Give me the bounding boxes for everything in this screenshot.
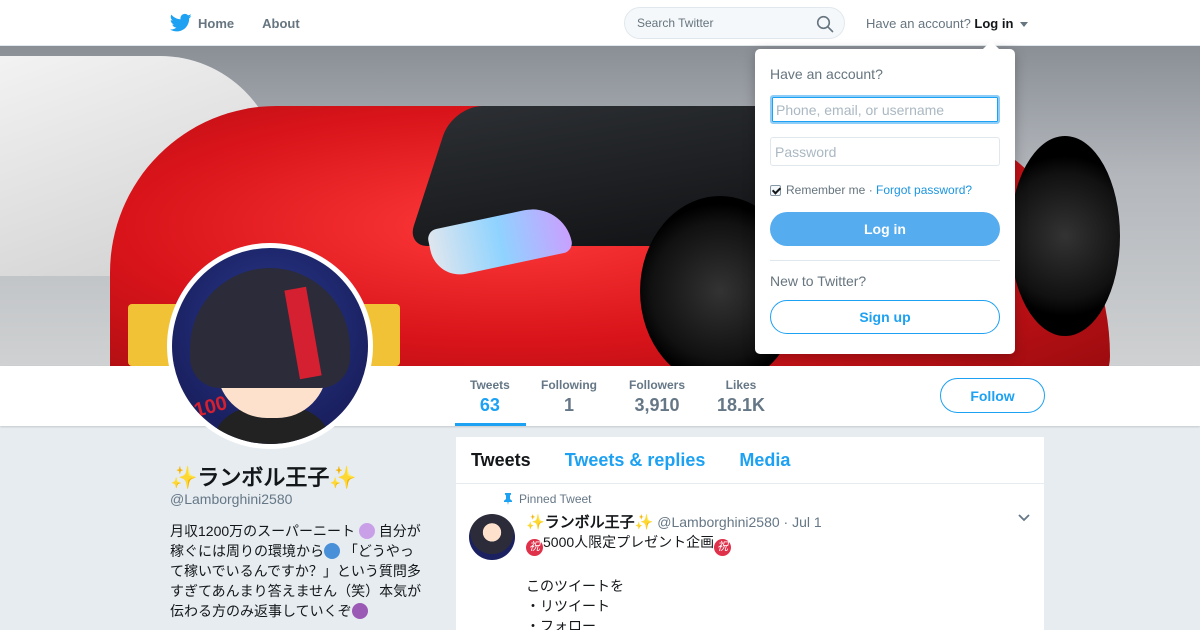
avatar-hair	[190, 268, 350, 388]
nav-about[interactable]: About	[262, 0, 300, 46]
caret-down-icon	[1020, 22, 1029, 28]
emoji-devil-icon	[351, 603, 368, 619]
pinned-label: Pinned Tweet	[503, 492, 592, 506]
follow-button[interactable]: Follow	[940, 378, 1045, 413]
have-account-text: Have an account?	[866, 16, 971, 31]
login-button[interactable]: Log in	[770, 212, 1000, 246]
login-link[interactable]: Log in	[974, 16, 1013, 31]
bio-line: 稼ぐには周りの環境から 「どうやっ	[170, 541, 430, 561]
stat-followers[interactable]: Followers 3,910	[629, 378, 685, 416]
password-input[interactable]	[770, 137, 1000, 166]
nav-home-label: Home	[198, 15, 235, 31]
tab-tweets[interactable]: Tweets	[471, 450, 531, 471]
stat-following-value: 1	[563, 395, 574, 415]
nav-home[interactable]: Home	[170, 0, 234, 46]
search-placeholder: Search Twitter	[637, 16, 714, 30]
dropdown-arrow	[983, 41, 999, 49]
pin-icon	[504, 493, 512, 505]
profile-handle[interactable]: @Lamborghini2580	[170, 491, 292, 507]
stat-followers-label: Followers	[629, 378, 686, 392]
stat-tweets-value: 63	[479, 395, 500, 415]
stat-likes[interactable]: Likes 18.1K	[717, 378, 765, 416]
nav-left: Home About	[170, 0, 328, 46]
timeline-tabs: Tweets Tweets & replies Media	[456, 437, 1044, 484]
stat-followers-value: 3,910	[634, 395, 680, 415]
timeline: Tweets Tweets & replies Media Pinned Twe…	[456, 437, 1044, 630]
search-box[interactable]: Search Twitter	[624, 7, 845, 39]
username-input[interactable]	[770, 95, 1000, 124]
forgot-password-link[interactable]: Forgot password?	[876, 183, 972, 197]
chevron-down-icon[interactable]	[1018, 514, 1030, 522]
tweet-line: このツイートを	[526, 578, 624, 594]
bio-line-text: 稼ぐには周りの環境から	[170, 543, 324, 559]
tweet-header: ✨ランボル王子✨ @Lamborghini2580 · Jul 1	[526, 511, 822, 532]
emoji-princess-icon	[358, 523, 375, 539]
tweet-author-name[interactable]: ✨ランボル王子✨	[526, 514, 653, 531]
pinned-text: Pinned Tweet	[519, 492, 592, 506]
stat-likes-label: Likes	[725, 378, 757, 392]
active-stat-underline	[455, 423, 526, 426]
bio-line: 月収1200万のスーパーニート 自分が	[170, 521, 430, 541]
tweet-line-text: 5000人限定プレゼント企画	[543, 534, 715, 550]
profile-avatar[interactable]: 100	[167, 243, 373, 449]
remember-separator: ·	[865, 183, 877, 197]
tweet-author-handle[interactable]: @Lamborghini2580	[657, 514, 779, 530]
stat-tweets-label: Tweets	[470, 378, 510, 392]
iwai-emoji-icon: 祝	[526, 539, 543, 556]
profile-name[interactable]: ✨ランボル王子✨	[170, 460, 357, 492]
top-navbar: Home About Search Twitter Have an accoun…	[0, 0, 1200, 46]
bio-line-text: 伝わる方のみ返事していくぞ	[170, 603, 352, 619]
twitter-bird-icon	[170, 13, 192, 32]
bio-line: て稼いでいるんですか？」という質問多	[170, 563, 421, 579]
dropdown-title: Have an account?	[770, 66, 883, 82]
stat-following-label: Following	[541, 378, 597, 392]
new-to-twitter-text: New to Twitter?	[770, 273, 867, 289]
bio-line-text: 「どうやっ	[343, 543, 414, 559]
profile-bio: 月収1200万のスーパーニート 自分が 稼ぐには周りの環境から 「どうやっ て稼…	[170, 521, 430, 621]
banner-car-wheel-back	[1010, 136, 1120, 336]
avatar-image: 100	[172, 248, 368, 444]
signup-button[interactable]: Sign up	[770, 300, 1000, 334]
emoji-globe-icon	[324, 543, 340, 559]
tweet-line: 祝 5000人限定プレゼント企画祝	[526, 532, 732, 556]
login-toggle[interactable]: Have an account? Log in	[866, 16, 1029, 31]
search-icon[interactable]	[816, 15, 834, 33]
remember-checkbox[interactable]	[770, 184, 781, 196]
tab-tweets-replies[interactable]: Tweets & replies	[565, 450, 706, 471]
tweet-avatar[interactable]	[469, 514, 515, 560]
tweet-line: ・リツイート	[526, 598, 610, 614]
tab-media[interactable]: Media	[739, 450, 790, 471]
tweet-text: 祝 5000人限定プレゼント企画祝 このツイートを ・リツイート ・フォロー	[526, 532, 732, 630]
dropdown-divider	[770, 260, 1000, 261]
remember-row: Remember me · Forgot password?	[770, 183, 972, 197]
bio-line: 伝わる方のみ返事していくぞ	[170, 601, 430, 621]
iwai-emoji-icon: 祝	[714, 539, 732, 556]
bio-line-text: 月収1200万のスーパーニート	[170, 523, 356, 539]
stat-tweets[interactable]: Tweets 63	[470, 378, 510, 416]
remember-label[interactable]: Remember me	[786, 183, 865, 197]
tweet-line: ・フォロー	[526, 618, 596, 630]
stat-likes-value: 18.1K	[717, 395, 766, 415]
pinned-tweet[interactable]: Pinned Tweet ✨ランボル王子✨ @Lamborghini2580 ·…	[456, 484, 1044, 630]
tweet-line	[526, 556, 731, 576]
login-dropdown: Have an account? Remember me · Forgot pa…	[755, 41, 1015, 354]
bio-line-text: 自分が	[378, 523, 421, 539]
stat-following[interactable]: Following 1	[541, 378, 597, 416]
bio-line: すぎてあんまり答えません（笑）本気が	[170, 583, 422, 599]
tweet-date[interactable]: · Jul 1	[784, 514, 822, 530]
